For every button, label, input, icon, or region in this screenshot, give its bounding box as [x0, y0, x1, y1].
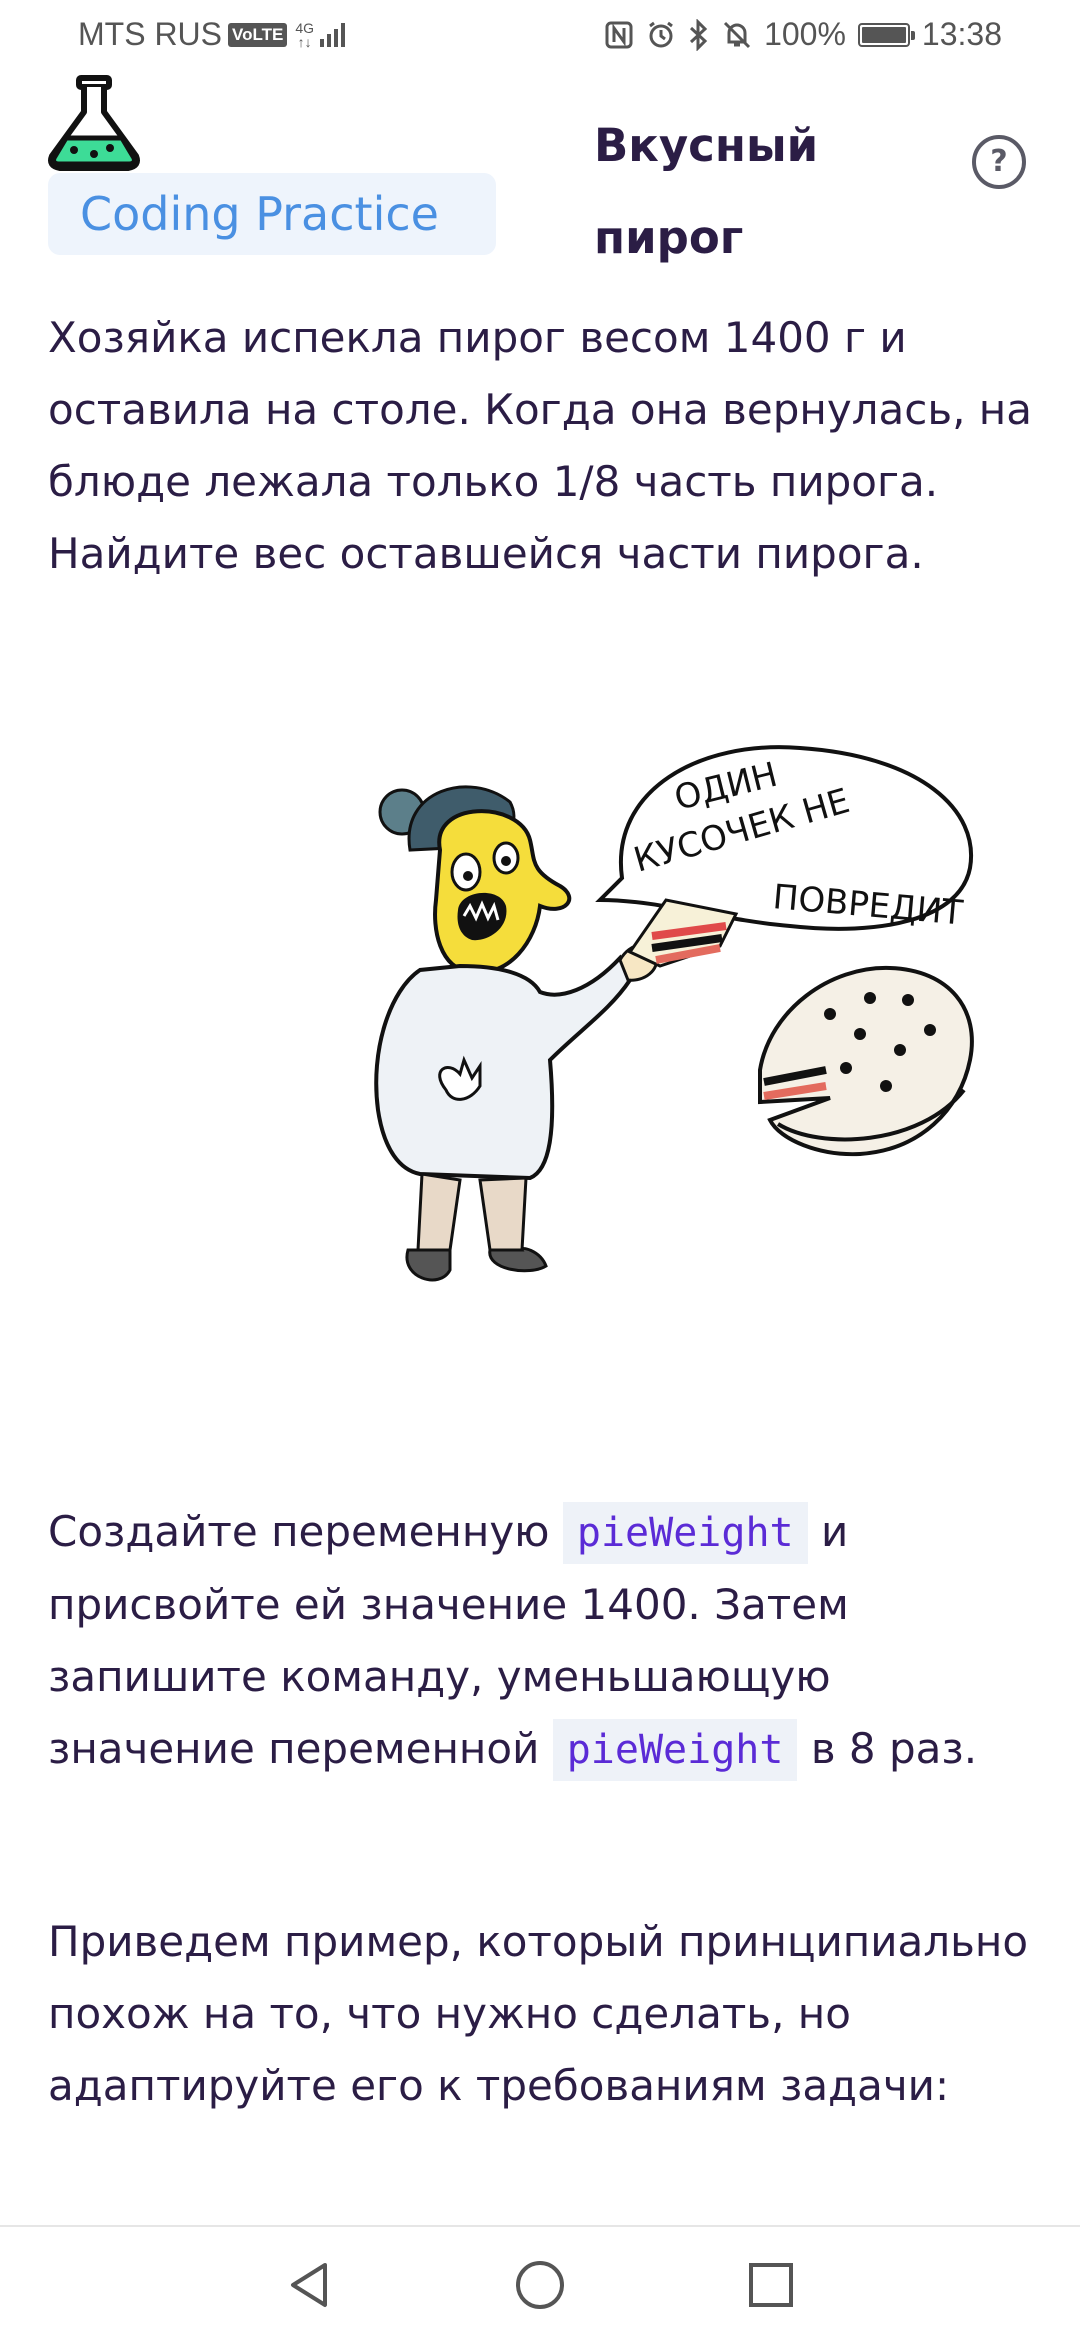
network-type-label: 4G — [295, 19, 314, 36]
code-piewight-2: pieWeight — [552, 1719, 798, 1781]
network-activity-label: ↑↓ — [297, 33, 312, 50]
task-text: Создайте переменную pieWeight и присвойт… — [48, 1496, 1033, 1786]
status-left: MTS RUS VoLTE 4G ↑↓ — [78, 16, 345, 53]
back-icon[interactable] — [281, 2257, 337, 2313]
alarm-icon — [649, 21, 673, 47]
help-button[interactable]: ? — [972, 135, 1026, 189]
problem-text: Хозяйка испекла пирог весом 1400 г и ост… — [48, 313, 1033, 578]
network-type: 4G ↑↓ — [295, 21, 314, 49]
system-nav-bar — [0, 2225, 1080, 2342]
bluetooth-icon — [690, 18, 708, 51]
mute-icon — [724, 21, 751, 48]
app-name-badge: Coding Practice — [48, 173, 496, 255]
signal-icon — [320, 22, 345, 47]
flask-icon — [48, 75, 140, 171]
carrier-label: MTS RUS — [78, 16, 222, 52]
clock: 13:38 — [921, 16, 1002, 52]
hint-text: Приведем пример, который принципиально п… — [48, 1917, 1029, 2110]
battery-fill — [861, 26, 906, 43]
code-piewight-1: pieWeight — [562, 1502, 808, 1564]
pie-thief-illustration: ОДИН КУСОЧЕК НЕ ПОВРЕДИТ — [374, 745, 974, 1282]
task-text-part-3: в 8 раз. — [797, 1724, 978, 1773]
battery-percent: 100% — [764, 16, 846, 52]
nfc-icon — [605, 21, 633, 48]
status-bar: MTS RUS VoLTE 4G ↑↓ 100% 13:38 — [0, 0, 1080, 72]
status-right: 100% 13:38 — [604, 16, 1002, 53]
task-text-part-1: Создайте переменную — [48, 1507, 563, 1556]
recents-icon[interactable] — [743, 2257, 799, 2313]
battery-icon — [857, 22, 915, 47]
volte-badge: VoLTE — [228, 22, 288, 47]
home-icon[interactable] — [512, 2257, 568, 2313]
page-title: Вкусный пирог — [594, 119, 819, 264]
